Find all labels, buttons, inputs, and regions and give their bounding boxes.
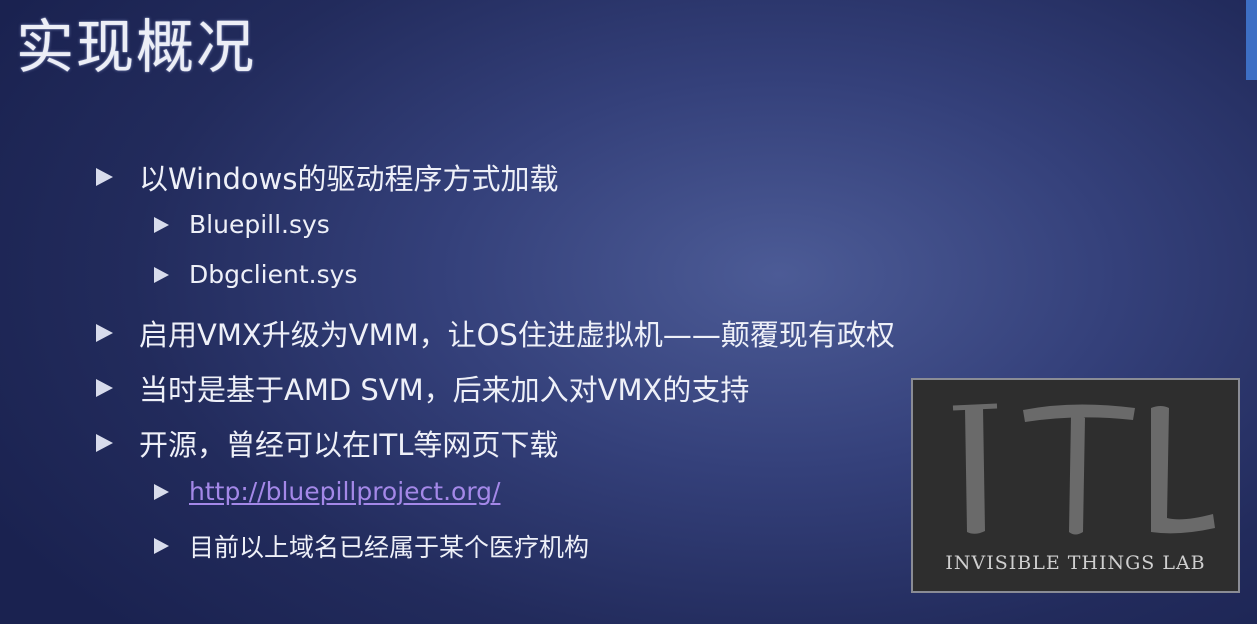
bullet-text: 开源，曾经可以在ITL等网页下载	[139, 428, 559, 462]
sub-bullet-item: http://bluepillproject.org/	[154, 477, 500, 506]
sub-bullet-item: Bluepill.sys	[154, 210, 330, 239]
sub-bullet-item: 目前以上域名已经属于某个医疗机构	[154, 528, 589, 564]
triangle-right-icon	[96, 324, 113, 342]
sub-bullet-item: Dbgclient.sys	[154, 260, 357, 289]
triangle-right-icon	[96, 434, 113, 452]
triangle-right-icon	[154, 483, 169, 500]
itl-logo-mark	[952, 403, 1215, 535]
triangle-right-icon	[154, 538, 169, 554]
itl-logo: INVISIBLE THINGS LAB	[911, 378, 1240, 593]
bullet-text: 当时是基于AMD SVM，后来加入对VMX的支持	[139, 373, 750, 407]
bullet-text: 目前以上域名已经属于某个医疗机构	[189, 533, 590, 562]
bullet-text: Bluepill.sys	[189, 210, 330, 239]
bullet-text: 启用VMX升级为VMM，让OS住进虚拟机——颠覆现有政权	[139, 318, 895, 352]
bullet-item: 以Windows的驱动程序方式加载	[96, 156, 558, 198]
bullet-text: Dbgclient.sys	[189, 260, 358, 289]
triangle-right-icon	[96, 168, 113, 186]
project-link[interactable]: http://bluepillproject.org/	[189, 477, 500, 506]
bullet-text: 以Windows的驱动程序方式加载	[139, 162, 559, 196]
triangle-right-icon	[154, 216, 169, 233]
bullet-item: 当时是基于AMD SVM，后来加入对VMX的支持	[96, 367, 749, 409]
bullet-item: 启用VMX升级为VMM，让OS住进虚拟机——颠覆现有政权	[96, 312, 895, 354]
triangle-right-icon	[96, 379, 113, 397]
logo-caption: INVISIBLE THINGS LAB	[945, 552, 1206, 574]
triangle-right-icon	[154, 266, 169, 283]
bullet-item: 开源，曾经可以在ITL等网页下载	[96, 422, 558, 464]
